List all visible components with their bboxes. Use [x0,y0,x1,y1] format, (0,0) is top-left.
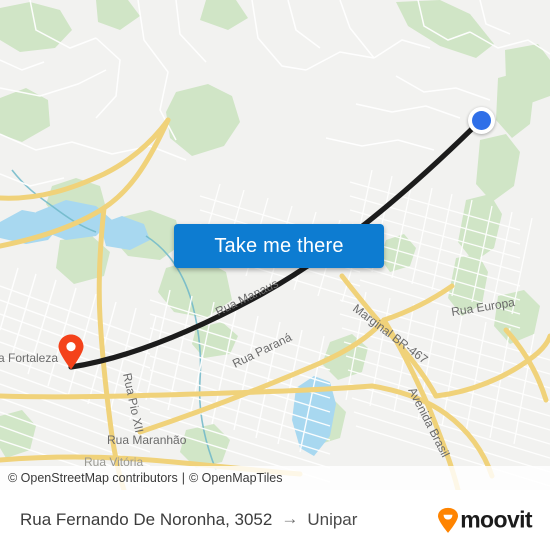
take-me-there-button[interactable]: Take me there [174,224,384,268]
destination-marker-dot [472,111,491,130]
destination-marker[interactable] [468,107,495,134]
footer-bar: Rua Fernando De Noronha, 3052 → Unipar m… [0,490,550,550]
route-destination-label: Unipar [307,510,358,529]
arrow-right-icon: → [281,509,299,528]
map-pin-icon [58,334,84,370]
street-label: a Fortaleza [0,351,58,365]
moovit-pin-icon [438,507,459,533]
moovit-wordmark: moovit [460,506,532,533]
origin-marker[interactable] [57,334,85,370]
map-attribution-text: © OpenStreetMap contributors | © OpenMapTi… [0,471,282,485]
route-summary: Rua Fernando De Noronha, 3052 → Unipar [0,509,358,530]
osm-attribution-link[interactable]: © OpenStreetMap contributors [8,471,178,485]
map-canvas[interactable]: Rua Manaus Rua Paraná Rua Maranhão Rua V… [0,0,550,490]
openmaptiles-attribution-link[interactable]: © OpenMapTiles [189,471,283,485]
route-origin-label: Rua Fernando De Noronha, 3052 [20,510,273,529]
attribution-separator: | [181,471,185,485]
street-label: Rua Maranhão [107,433,187,447]
map-attribution-bar: © OpenStreetMap contributors | © OpenMapTi… [0,466,550,490]
moovit-logo[interactable]: moovit [437,506,533,534]
moovit-route-card: Rua Manaus Rua Paraná Rua Maranhão Rua V… [0,0,550,550]
